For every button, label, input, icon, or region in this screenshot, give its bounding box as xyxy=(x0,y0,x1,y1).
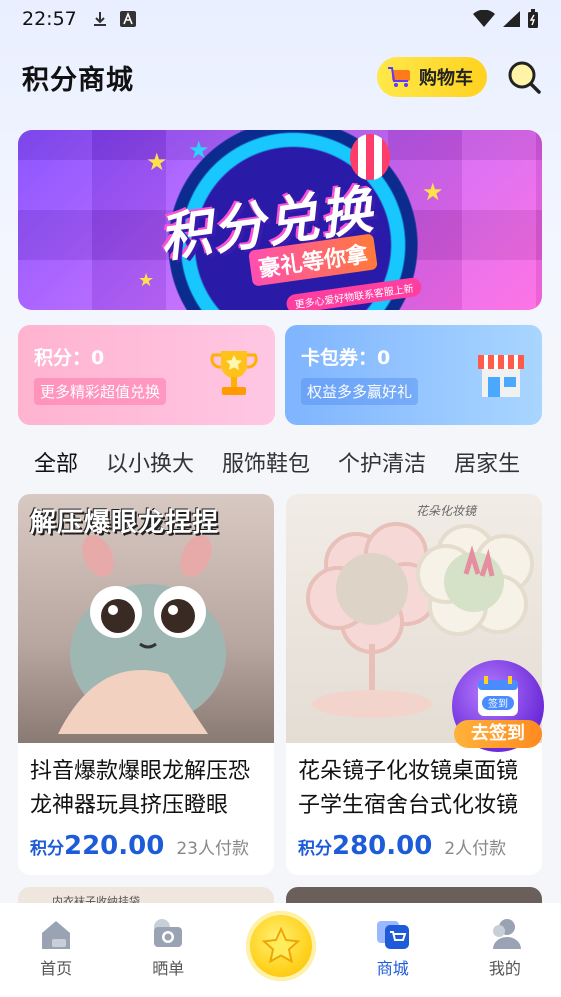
price-value: 280.00 xyxy=(332,831,433,861)
coin-button[interactable] xyxy=(245,911,316,981)
price-value: 220.00 xyxy=(64,831,165,861)
camera-icon xyxy=(154,919,183,947)
mall-cart-icon xyxy=(376,921,409,949)
price-row: 积分 220.00 23人付款 xyxy=(18,823,274,861)
checkin-float-button[interactable]: 签到 去签到 xyxy=(450,660,546,756)
trophy-icon xyxy=(210,351,258,395)
nav-label: 我的 xyxy=(488,959,521,978)
home-icon xyxy=(42,921,71,949)
star-icon: ★ xyxy=(138,270,155,291)
nav-share[interactable]: 晒单 xyxy=(112,917,224,979)
search-button[interactable] xyxy=(505,58,543,96)
price-label: 积分 xyxy=(30,839,64,859)
tab-label: 居家生 xyxy=(454,452,521,477)
battery-icon xyxy=(528,9,538,28)
promo-banner[interactable]: ★ ★ ★ ★ 积分兑换 豪礼等你拿 更多心爱好物联系客服上新 xyxy=(18,130,542,310)
wifi-icon xyxy=(473,10,495,27)
tab-apparel[interactable]: 服饰鞋包 xyxy=(222,446,310,478)
font-icon xyxy=(119,11,136,27)
store-icon xyxy=(478,355,524,397)
price-label: 积分 xyxy=(298,839,332,859)
tab-label: 以小换大 xyxy=(106,452,195,477)
cart-label: 购物车 xyxy=(419,68,473,89)
tab-label: 服饰鞋包 xyxy=(222,452,311,477)
tab-label: 个护清洁 xyxy=(338,452,427,477)
coupon-card[interactable]: 卡包券：0 权益多多赢好礼 xyxy=(285,325,542,425)
points-sub: 更多精彩超值兑换 xyxy=(34,378,167,405)
category-tabs: 全部 以小换大 服饰鞋包 个护清洁 居家生 xyxy=(0,440,561,484)
nav-home[interactable]: 首页 xyxy=(0,917,112,979)
search-icon xyxy=(508,61,541,94)
cart-button[interactable]: 购物车 xyxy=(377,57,487,97)
cart-icon xyxy=(388,67,410,87)
nav-label: 商城 xyxy=(376,959,409,978)
nav-label: 晒单 xyxy=(152,959,185,978)
status-bar: 22:57 xyxy=(0,0,561,38)
nav-center xyxy=(224,911,336,981)
nav-mall[interactable]: 商城 xyxy=(337,917,449,979)
product-image: 解压爆眼龙捏捏 xyxy=(18,494,274,743)
product-name: 抖音爆款爆眼龙解压恐龙神器玩具挤压瞪眼 xyxy=(30,759,251,818)
product-card[interactable]: 解压爆眼龙捏捏 抖音爆款爆眼龙解压恐龙神器玩具挤压瞪眼 积分 220.00 23… xyxy=(18,494,274,875)
tab-small-for-big[interactable]: 以小换大 xyxy=(106,446,194,478)
pay-count: 2人付款 xyxy=(444,839,507,859)
nav-mine[interactable]: 我的 xyxy=(449,917,561,979)
header: 积分商城 购物车 xyxy=(22,52,543,102)
nav-label: 首页 xyxy=(40,959,73,978)
coupon-sub: 权益多多赢好礼 xyxy=(301,378,419,405)
image-caption: 花朵化妆镜 xyxy=(416,504,477,518)
checkin-label: 去签到 xyxy=(454,720,542,748)
status-time: 22:57 xyxy=(22,8,77,30)
user-icon xyxy=(492,919,521,949)
image-caption: 解压爆眼龙捏捏 xyxy=(30,508,220,538)
page-title: 积分商城 xyxy=(22,64,134,96)
account-cards: 积分：0 更多精彩超值兑换 卡包券：0 权益多多赢好礼 xyxy=(18,325,542,425)
star-icon: ★ xyxy=(422,178,444,206)
price-row: 积分 280.00 2人付款 xyxy=(286,823,542,861)
download-icon xyxy=(93,12,106,26)
star-icon: ★ xyxy=(146,148,168,176)
star-icon: ★ xyxy=(188,136,210,164)
signal-icon xyxy=(503,11,520,27)
star-icon xyxy=(261,926,300,964)
tab-personal-care[interactable]: 个护清洁 xyxy=(338,446,426,478)
pay-count: 23人付款 xyxy=(176,839,249,859)
checkin-badge: 签到 xyxy=(488,697,508,710)
tab-home[interactable]: 居家生 xyxy=(454,446,520,478)
points-card[interactable]: 积分：0 更多精彩超值兑换 xyxy=(18,325,275,425)
tab-all[interactable]: 全部 xyxy=(34,446,78,478)
tab-label: 全部 xyxy=(34,452,79,477)
bottom-nav: 首页 晒单 商城 我的 xyxy=(0,903,561,997)
